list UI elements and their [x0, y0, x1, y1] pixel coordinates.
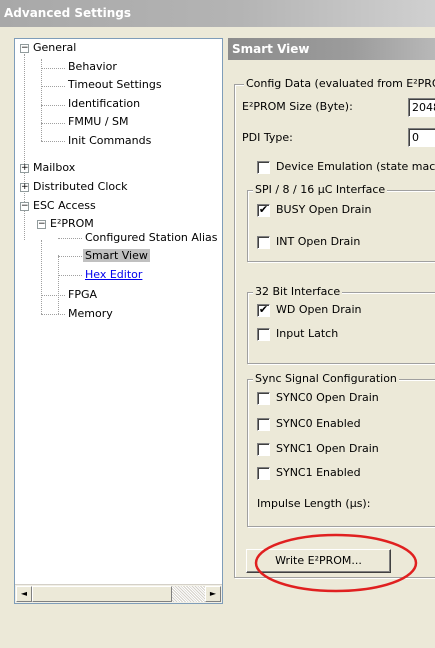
- tree-item-general[interactable]: General: [31, 40, 78, 56]
- sync0-enabled-label: SYNC0 Enabled: [276, 417, 361, 430]
- window-title: Advanced Settings: [4, 6, 132, 20]
- tree-item-label: E²PROM: [50, 217, 94, 230]
- eeprom-size-label: E²PROM Size (Byte):: [242, 100, 353, 113]
- impulse-length-label: Impulse Length (µs):: [257, 497, 371, 510]
- smart-view-panel: Smart View Config Data (evaluated from E…: [228, 38, 435, 604]
- tree-item-fpga[interactable]: FPGA: [66, 287, 99, 303]
- tree-line: [41, 105, 65, 106]
- tree-item-label: Init Commands: [68, 134, 152, 147]
- busy-open-drain-checkbox[interactable]: ✔: [257, 204, 270, 217]
- tree-item-behavior[interactable]: Behavior: [66, 59, 119, 75]
- int-open-drain-checkbox[interactable]: [257, 236, 270, 249]
- panel-title: Smart View: [232, 42, 310, 56]
- tree-horizontal-scrollbar[interactable]: ◄ ►: [15, 584, 222, 603]
- annotation-ellipse: [254, 533, 418, 593]
- tree-item-label: Mailbox: [33, 161, 76, 174]
- scroll-left-icon[interactable]: ◄: [16, 586, 32, 602]
- tree-item-label: Distributed Clock: [33, 180, 128, 193]
- tree-content: − + + − − General Behavior Timeout Setti…: [15, 39, 222, 585]
- tree-line: [41, 295, 65, 296]
- sync-signal-legend: Sync Signal Configuration: [253, 372, 399, 385]
- tree-line: [24, 54, 25, 240]
- input-latch-checkbox[interactable]: [257, 328, 270, 341]
- sync0-enabled-checkbox[interactable]: [257, 418, 270, 431]
- input-latch-label: Input Latch: [276, 327, 339, 340]
- tree-line: [41, 123, 65, 124]
- sync1-enabled-checkbox[interactable]: [257, 467, 270, 480]
- tree-item-label: Identification: [68, 97, 141, 110]
- tree-item-configured-station-alias[interactable]: Configured Station Alias: [83, 230, 220, 246]
- config-data-legend: Config Data (evaluated from E²PROM): [244, 77, 435, 90]
- sync0-open-drain-label: SYNC0 Open Drain: [276, 391, 379, 404]
- collapse-icon[interactable]: −: [37, 220, 46, 229]
- check-mark-icon: ✔: [258, 203, 269, 216]
- collapse-icon[interactable]: −: [20, 202, 29, 211]
- sync0-open-drain-checkbox[interactable]: [257, 392, 270, 405]
- device-emulation-checkbox[interactable]: [257, 161, 270, 174]
- panel-header: Smart View: [228, 38, 435, 60]
- tree-item-label: Timeout Settings: [68, 78, 162, 91]
- scroll-thumb[interactable]: [32, 586, 172, 602]
- tree-item-init-commands[interactable]: Init Commands: [66, 133, 153, 149]
- tree-line: [41, 59, 42, 141]
- expand-icon[interactable]: +: [20, 164, 29, 173]
- wd-open-drain-label: WD Open Drain: [276, 303, 362, 316]
- pdi-type-input[interactable]: 0: [408, 128, 435, 147]
- tree-item-label: General: [33, 41, 77, 54]
- sync1-open-drain-label: SYNC1 Open Drain: [276, 442, 379, 455]
- tree-item-label: Memory: [68, 307, 113, 320]
- tree-item-memory[interactable]: Memory: [66, 306, 115, 322]
- tree-item-label: Smart View: [83, 249, 150, 262]
- busy-open-drain-label: BUSY Open Drain: [276, 203, 372, 216]
- tree-item-esc-access[interactable]: ESC Access: [31, 198, 98, 214]
- tree-line: [58, 238, 82, 239]
- scroll-right-icon[interactable]: ►: [205, 586, 221, 602]
- tree-line: [41, 141, 65, 142]
- tree-item-label: Configured Station Alias: [85, 231, 218, 244]
- tree-item-identification[interactable]: Identification: [66, 96, 142, 112]
- wd-open-drain-checkbox[interactable]: ✔: [257, 304, 270, 317]
- tree-item-hex-editor[interactable]: Hex Editor: [83, 267, 144, 283]
- tree-item-distributed-clock[interactable]: Distributed Clock: [31, 179, 130, 195]
- tree-item-mailbox[interactable]: Mailbox: [31, 160, 77, 176]
- tree-item-label: FPGA: [68, 288, 98, 301]
- tree-line: [41, 314, 65, 315]
- tree-line: [58, 256, 82, 257]
- tree-line: [58, 275, 82, 276]
- tree-item-timeout-settings[interactable]: Timeout Settings: [66, 77, 164, 93]
- sync1-enabled-label: SYNC1 Enabled: [276, 466, 361, 479]
- tree-item-smart-view[interactable]: Smart View: [83, 248, 150, 264]
- settings-tree[interactable]: − + + − − General Behavior Timeout Setti…: [14, 38, 223, 604]
- sync1-open-drain-checkbox[interactable]: [257, 443, 270, 456]
- check-mark-icon: ✔: [258, 303, 269, 316]
- scroll-track[interactable]: [172, 586, 205, 602]
- expand-icon[interactable]: +: [20, 183, 29, 192]
- tree-line: [41, 240, 42, 314]
- eeprom-size-input[interactable]: 2048: [408, 98, 435, 117]
- window-title-bar: Advanced Settings: [0, 0, 435, 27]
- int-open-drain-label: INT Open Drain: [276, 235, 361, 248]
- tree-item-label: ESC Access: [33, 199, 96, 212]
- tree-item-label: FMMU / SM: [68, 115, 129, 128]
- tree-line: [41, 86, 65, 87]
- tree-line: [58, 255, 59, 314]
- tree-line: [41, 68, 65, 69]
- spi-interface-group: [247, 190, 435, 262]
- tree-item-fmmu-sm[interactable]: FMMU / SM: [66, 114, 131, 130]
- pdi-type-label: PDI Type:: [242, 131, 293, 144]
- device-emulation-label: Device Emulation (state machine emulatio…: [276, 160, 435, 173]
- spi-interface-legend: SPI / 8 / 16 µC Interface: [253, 183, 388, 196]
- 32bit-interface-legend: 32 Bit Interface: [253, 285, 343, 298]
- hex-editor-link[interactable]: Hex Editor: [83, 268, 144, 281]
- tree-item-label: Behavior: [68, 60, 117, 73]
- collapse-icon[interactable]: −: [20, 44, 29, 53]
